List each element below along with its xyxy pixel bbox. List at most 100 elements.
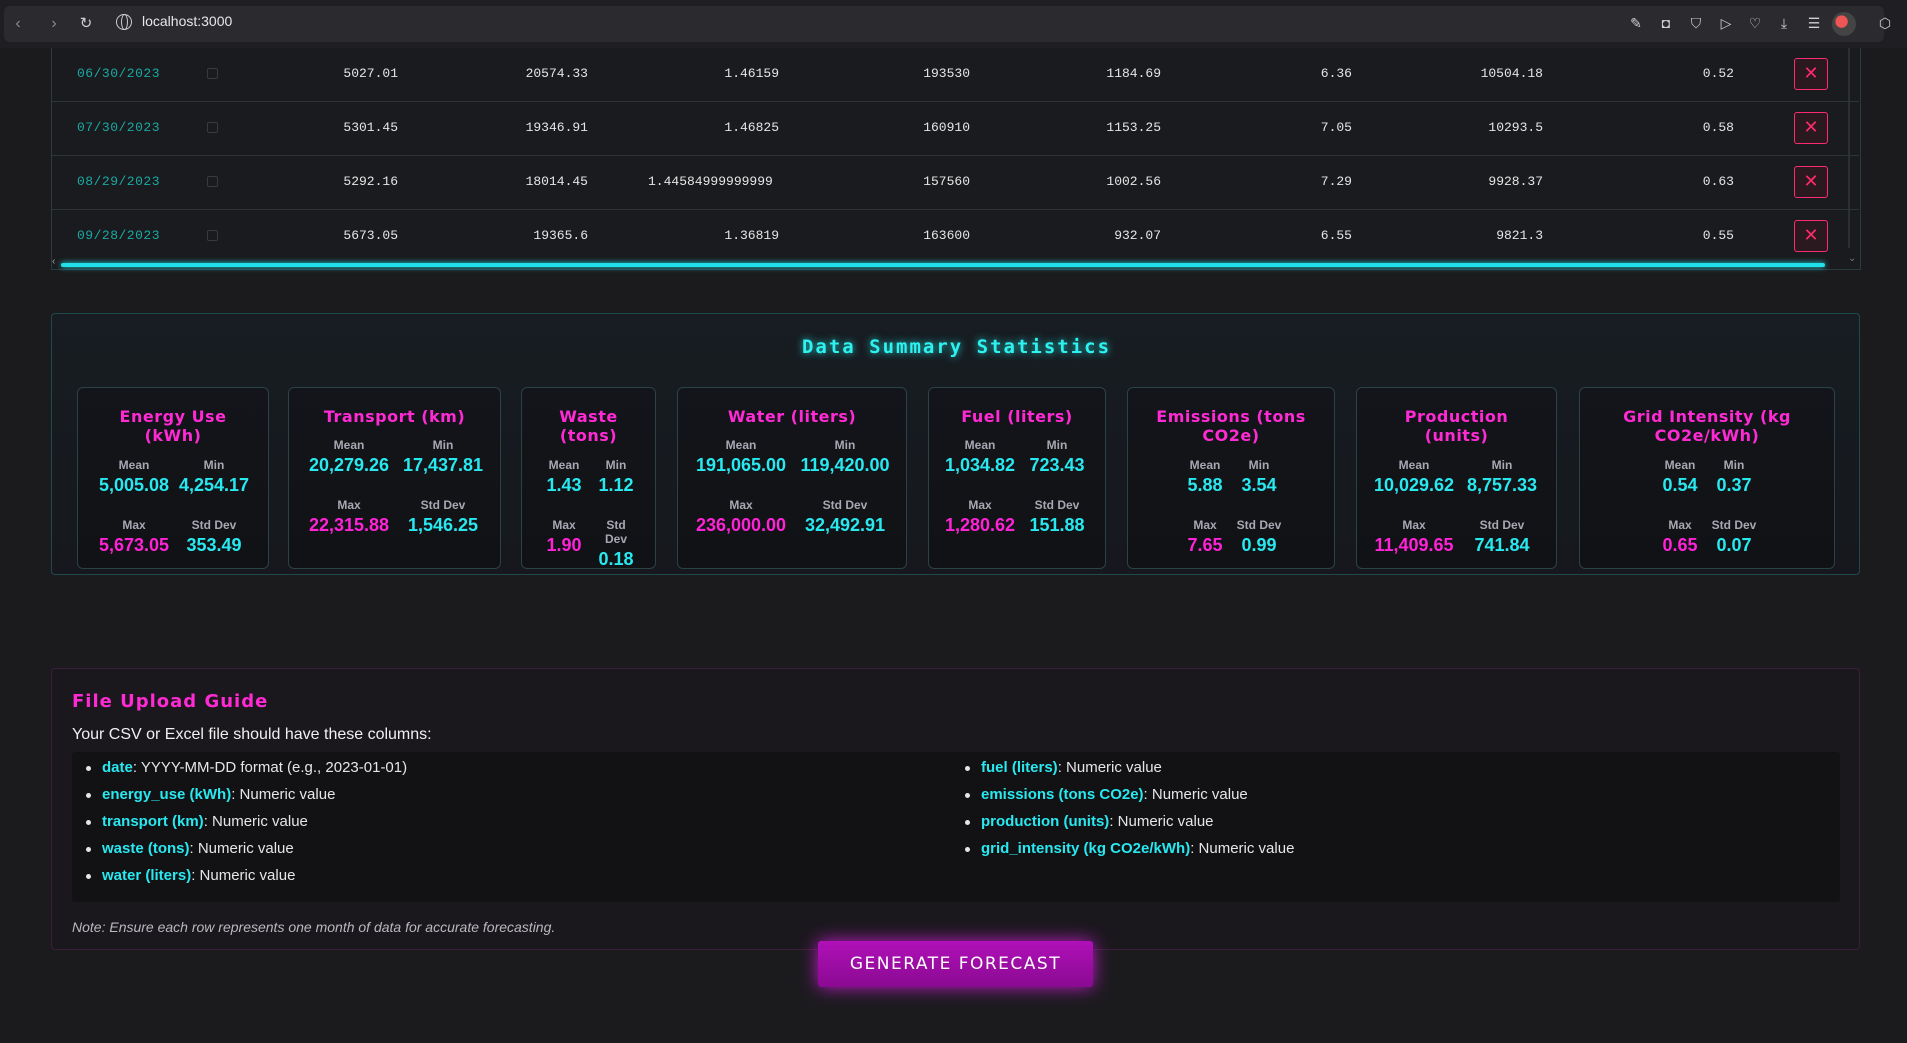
emissions-cell[interactable]: 7.05 [1222,120,1352,135]
energy-cell[interactable]: 5301.45 [300,120,398,135]
stat-card-waste: Waste (tons) Mean 1.43 Min 1.12 Max 1.90 Std… [521,387,656,569]
stat-std: Std Dev 353.49 [186,518,242,555]
summary-title: Data Summary Statistics [801,336,1112,358]
production-cell[interactable]: 10504.18 [1413,66,1543,81]
stat-std: Std Dev 32,492.91 [804,498,886,535]
calendar-icon[interactable] [207,230,218,241]
transport-cell[interactable]: 20574.33 [450,66,588,81]
list-item: production (units): Numeric value [965,813,1214,830]
guide-title: File Upload Guide [72,691,269,712]
waste-cell[interactable]: 1.36819 [648,228,779,243]
column-list: date: YYYY-MM-DD format (e.g., 2023-01-0… [72,752,1840,902]
emissions-cell[interactable]: 7.29 [1222,174,1352,189]
calendar-icon[interactable] [207,122,218,133]
date-cell[interactable]: 06/30/2023 [77,66,160,81]
transport-cell[interactable]: 18014.45 [450,174,588,189]
grid-cell[interactable]: 0.52 [1604,66,1734,81]
waste-cell[interactable]: 1.46159 [648,66,779,81]
date-cell[interactable]: 09/28/2023 [77,228,160,243]
fuel-cell[interactable]: 1002.56 [1031,174,1161,189]
card-title: Fuel (liters) [961,407,1073,426]
calendar-icon[interactable] [207,176,218,187]
list-item: date: YYYY-MM-DD format (e.g., 2023-01-0… [85,759,408,776]
site-info-icon[interactable] [116,14,132,30]
reload-icon[interactable]: ↻ [76,14,96,34]
delete-row-button[interactable]: ✕ [1794,166,1828,198]
stat-card-fuel: Fuel (liters) Mean 1,034.82 Min 723.43 Max… [928,387,1106,569]
stat-min: Min 119,420.00 [800,438,890,475]
fuel-cell[interactable]: 932.07 [1031,228,1161,243]
energy-cell[interactable]: 5027.01 [300,66,398,81]
fuel-cell[interactable]: 1184.69 [1031,66,1161,81]
extensions-icon[interactable]: ⬡ [1876,14,1894,32]
horizontal-scrollbar[interactable] [61,263,1825,267]
stat-max: Max 1.90 [546,518,582,555]
grid-cell[interactable]: 0.58 [1604,120,1734,135]
back-icon[interactable]: ‹ [8,14,28,34]
emissions-cell[interactable]: 6.55 [1222,228,1352,243]
stat-std: Std Dev 741.84 [1474,518,1530,555]
scroll-left-arrow[interactable]: ‹ [52,256,55,267]
address-bar[interactable]: localhost:3000 [142,13,232,29]
emissions-cell[interactable]: 6.36 [1222,66,1352,81]
play-icon[interactable]: ▷ [1717,14,1735,32]
production-cell[interactable]: 9821.3 [1413,228,1543,243]
stat-mean: Mean 1,034.82 [944,438,1016,475]
water-cell[interactable]: 160910 [840,120,970,135]
card-title: Energy Use (kWh) [119,407,227,445]
card-title: Production (units) [1404,407,1509,445]
browser-toolbar [4,6,1884,42]
stat-max: Max 5,673.05 [98,518,170,555]
production-cell[interactable]: 10293.5 [1413,120,1543,135]
stat-mean: Mean 5,005.08 [98,458,170,495]
waste-cell[interactable]: 1.44584999999999 [648,174,779,189]
transport-cell[interactable]: 19346.91 [450,120,588,135]
scroll-down-arrow[interactable]: ⌄ [1848,253,1856,264]
water-cell[interactable]: 193530 [840,66,970,81]
water-cell[interactable]: 157560 [840,174,970,189]
grid-cell[interactable]: 0.55 [1604,228,1734,243]
generate-forecast-button[interactable]: GENERATE FORECAST [818,941,1093,987]
list-item: fuel (liters): Numeric value [965,759,1162,776]
transport-cell[interactable]: 19365.6 [450,228,588,243]
card-title: Emissions (tons CO2e) [1156,407,1306,445]
water-cell[interactable]: 163600 [840,228,970,243]
stat-min: Min 17,437.81 [402,438,484,475]
stat-min: Min 0.37 [1716,458,1752,495]
energy-cell[interactable]: 5673.05 [300,228,398,243]
waste-cell[interactable]: 1.46825 [648,120,779,135]
summary-panel: Data Summary Statistics Energy Use (kWh) … [51,313,1860,575]
shield-icon[interactable]: ⛉ [1687,14,1705,32]
stat-std: Std Dev 0.99 [1236,518,1282,555]
screenshot-icon[interactable]: ◘ [1657,14,1675,32]
stat-mean: Mean 10,029.62 [1373,458,1455,495]
delete-row-button[interactable]: ✕ [1794,112,1828,144]
card-title: Water (liters) [727,407,857,426]
date-cell[interactable]: 08/29/2023 [77,174,160,189]
energy-cell[interactable]: 5292.16 [300,174,398,189]
delete-row-button[interactable]: ✕ [1794,58,1828,90]
download-icon[interactable]: ⤓ [1775,14,1793,32]
menu-icon[interactable]: ☰ [1805,14,1823,32]
avatar[interactable] [1832,12,1856,36]
card-title: Grid Intensity (kg CO2e/kWh) [1623,407,1791,445]
delete-row-button[interactable]: ✕ [1794,220,1828,252]
table-row: 08/29/2023 5292.16 18014.45 1.4458499999… [52,156,1859,210]
stat-mean: Mean 5.88 [1187,458,1223,495]
edit-icon[interactable]: ✎ [1627,14,1645,32]
date-cell[interactable]: 07/30/2023 [77,120,160,135]
calendar-icon[interactable] [207,68,218,79]
forward-icon[interactable]: › [44,14,64,34]
page-content: 06/30/2023 5027.01 20574.33 1.46159 1935… [0,48,1907,1043]
grid-cell[interactable]: 0.63 [1604,174,1734,189]
fuel-cell[interactable]: 1153.25 [1031,120,1161,135]
heart-icon[interactable]: ♡ [1746,14,1764,32]
stat-min: Min 1.12 [598,458,634,495]
production-cell[interactable]: 9928.37 [1413,174,1543,189]
stat-card-grid-intensity: Grid Intensity (kg CO2e/kWh) Mean 0.54 Min… [1579,387,1835,569]
stat-min: Min 723.43 [1029,438,1085,475]
list-item: transport (km): Numeric value [86,813,308,830]
table-row: 07/30/2023 5301.45 19346.91 1.46825 1609… [52,102,1859,156]
guide-note: Note: Ensure each row represents one mon… [72,919,556,935]
list-item: emissions (tons CO2e): Numeric value [965,786,1248,803]
